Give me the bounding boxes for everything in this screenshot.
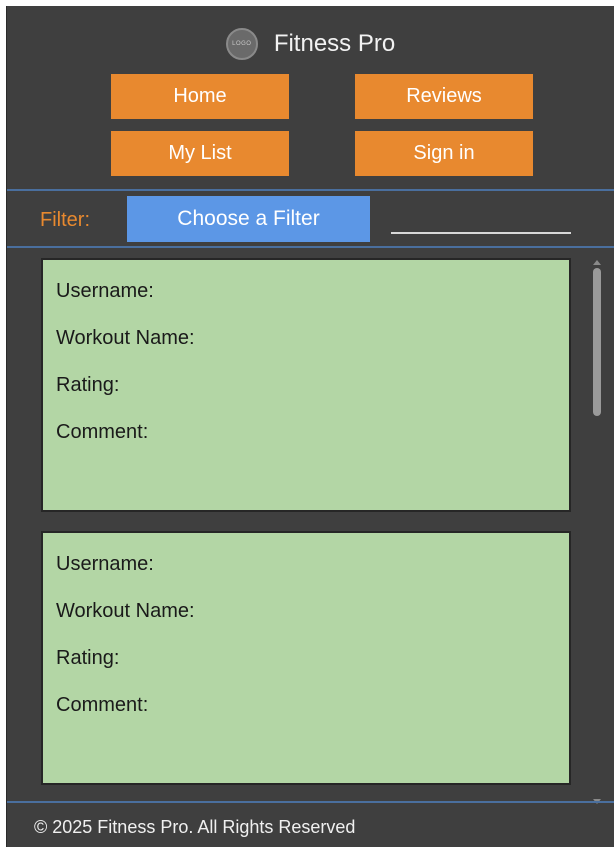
comment-label: Comment: xyxy=(56,421,149,443)
header-divider xyxy=(7,189,614,191)
review-card: Username: Workout Name: Rating: Comment: xyxy=(41,258,571,512)
brand-header: LOGO Fitness Pro xyxy=(7,24,614,64)
comment-label: Comment: xyxy=(56,694,149,716)
username-label: Username: xyxy=(56,553,154,575)
logo-icon: LOGO xyxy=(225,28,258,60)
workout-name-label: Workout Name: xyxy=(56,600,195,622)
rating-label: Rating: xyxy=(56,374,120,396)
app-title: Fitness Pro xyxy=(273,30,396,57)
nav-my-list-button[interactable]: My List xyxy=(111,131,289,176)
scroll-up-arrow-icon[interactable] xyxy=(593,260,601,265)
filter-label: Filter: xyxy=(40,209,90,231)
footer-copyright: © 2025 Fitness Pro. All Rights Reserved xyxy=(34,817,356,837)
username-label: Username: xyxy=(56,280,154,302)
review-card: Username: Workout Name: Rating: Comment: xyxy=(41,531,571,785)
nav-home-button[interactable]: Home xyxy=(111,74,289,119)
footer-divider xyxy=(7,801,614,803)
nav-reviews-button[interactable]: Reviews xyxy=(355,74,533,119)
rating-label: Rating: xyxy=(56,647,120,669)
workout-name-label: Workout Name: xyxy=(56,327,195,349)
choose-filter-button[interactable]: Choose a Filter xyxy=(127,196,370,242)
logo-text: LOGO xyxy=(232,41,252,47)
scroll-thumb[interactable] xyxy=(593,268,601,416)
review-list-scrollbar[interactable] xyxy=(591,258,603,806)
nav-sign-in-button[interactable]: Sign in xyxy=(355,131,533,176)
app-window: LOGO Fitness Pro Home Reviews My List Si… xyxy=(6,6,614,847)
filter-input[interactable] xyxy=(391,232,571,234)
filter-divider xyxy=(7,246,614,248)
